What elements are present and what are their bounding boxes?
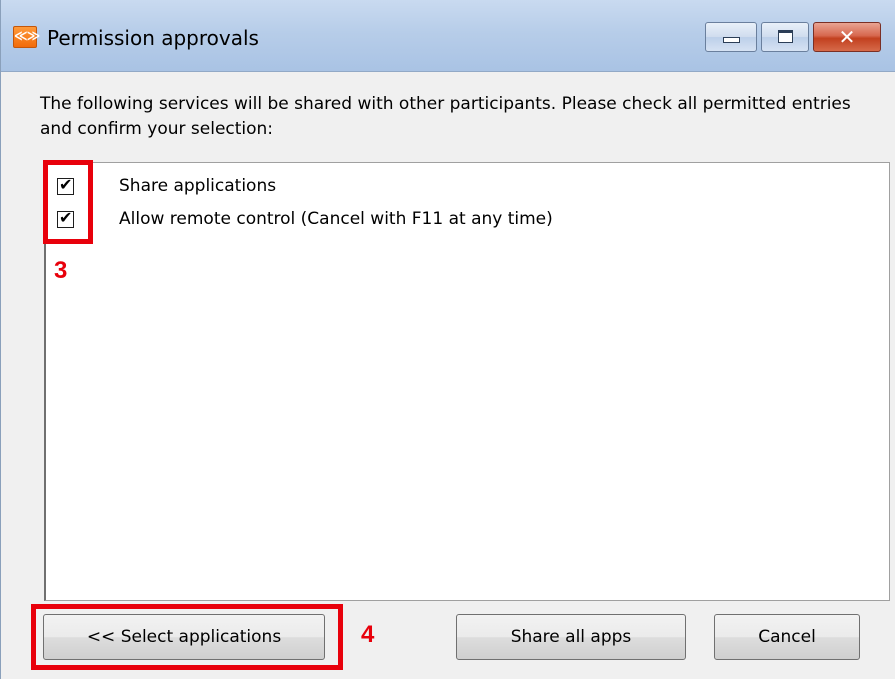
- description-text: The following services will be shared wi…: [40, 94, 851, 139]
- close-button[interactable]: ✕: [813, 22, 881, 52]
- maximize-icon: [778, 30, 793, 43]
- title-bar[interactable]: ≪≫ Permission approvals ✕: [1, 0, 895, 72]
- permission-approvals-dialog: ≪≫ Permission approvals ✕ The following …: [0, 0, 895, 679]
- share-all-apps-button[interactable]: Share all apps: [456, 614, 686, 660]
- annotation-marker-4: 4: [361, 621, 375, 648]
- select-applications-highlight-box: [31, 604, 343, 670]
- window-title: Permission approvals: [47, 26, 259, 50]
- cancel-button[interactable]: Cancel: [714, 614, 860, 660]
- share-applications-label: Share applications: [119, 176, 277, 196]
- app-logo-icon: ≪≫: [13, 26, 40, 48]
- close-icon: ✕: [838, 25, 856, 49]
- annotation-marker-3: 3: [54, 257, 68, 284]
- minimize-icon: [723, 37, 740, 43]
- minimize-button[interactable]: [705, 22, 757, 52]
- checkbox-highlight-box: [43, 160, 93, 244]
- allow-remote-control-label: Allow remote control (Cancel with F11 at…: [119, 209, 553, 229]
- maximize-button[interactable]: [761, 22, 809, 52]
